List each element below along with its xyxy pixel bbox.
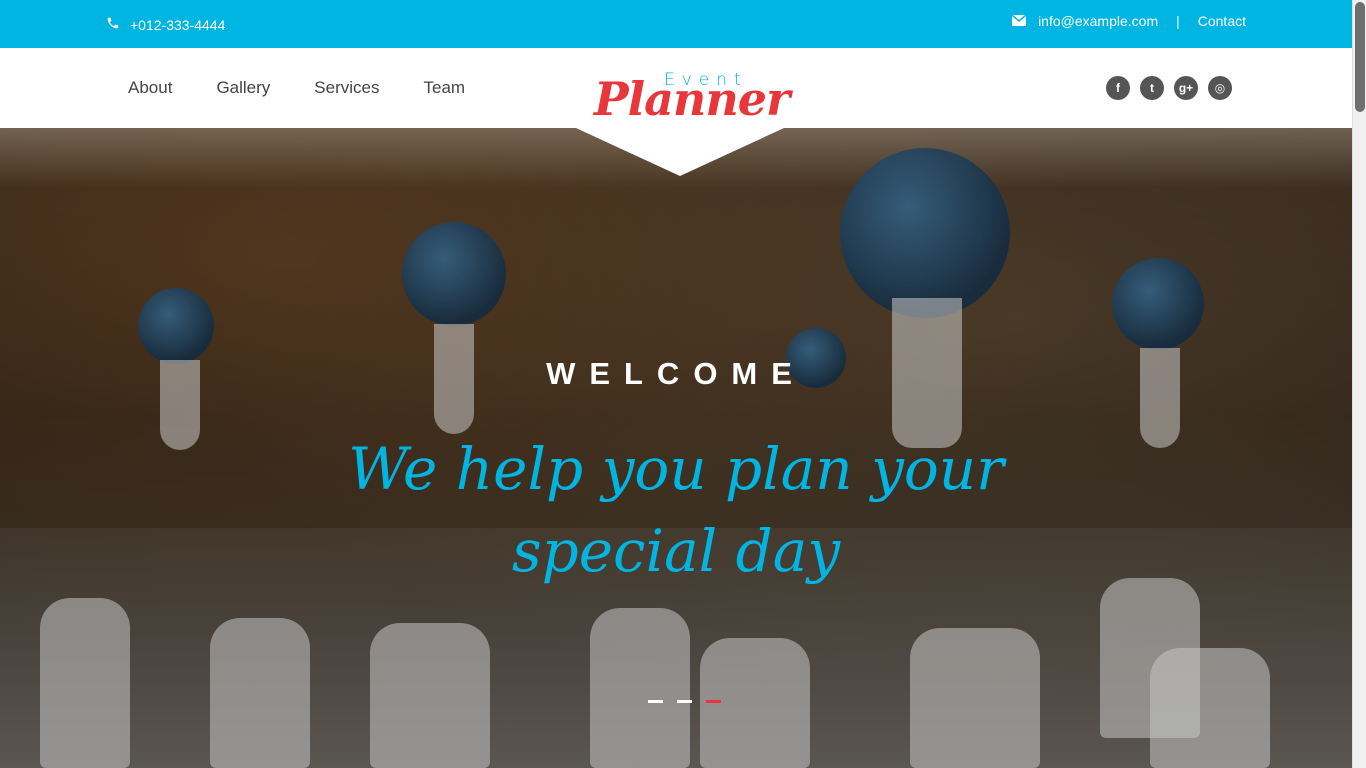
top-bar: +012-333-4444 info@example.com | Contact [0,0,1352,48]
nav-item-gallery[interactable]: Gallery [216,78,270,98]
page-scrollbar[interactable] [1352,0,1366,768]
nav-item-about[interactable]: About [128,78,172,98]
hero-welcome: WELCOME [546,356,806,391]
slider-dot-2[interactable] [677,700,692,703]
nav-menu: About Gallery Services Team [128,78,465,98]
slider-indicators [648,700,721,703]
email-link[interactable]: info@example.com [1038,13,1158,29]
nav-item-team[interactable]: Team [423,78,465,98]
mail-icon [1011,13,1027,29]
phone-icon [106,16,120,33]
hero-slider: WELCOME We help you plan your special da… [0,128,1352,768]
phone-number[interactable]: +012-333-4444 [130,17,225,33]
nav-item-services[interactable]: Services [314,78,379,98]
scrollbar-thumb[interactable] [1355,2,1365,112]
logo-notch [576,128,784,176]
logo-planner-text: Planner [594,72,790,126]
google-plus-icon[interactable]: g+ [1174,76,1198,100]
topbar-separator: | [1176,13,1180,29]
hero-tagline: We help you plan your special day [348,435,1004,585]
slider-dot-3[interactable] [706,700,721,703]
slider-dot-1[interactable] [648,700,663,703]
contact-link[interactable]: Contact [1198,13,1246,29]
social-links: f t g+ ◎ [1106,76,1232,100]
phone-info: +012-333-4444 [106,16,225,33]
site-logo[interactable]: Event Planner [592,66,790,126]
main-navbar: About Gallery Services Team Event Planne… [0,48,1352,128]
twitter-icon[interactable]: t [1140,76,1164,100]
dribbble-icon[interactable]: ◎ [1208,76,1232,100]
facebook-icon[interactable]: f [1106,76,1130,100]
